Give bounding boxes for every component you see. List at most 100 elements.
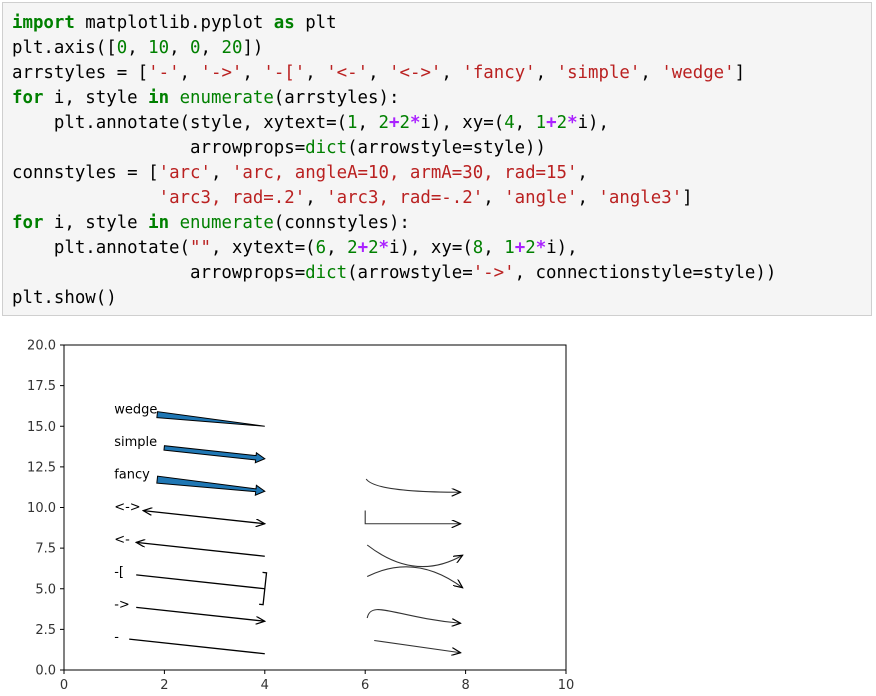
code-token: ,	[368, 63, 390, 83]
code-token: as	[273, 13, 295, 33]
code-token: (arrowstyle=style))	[347, 138, 546, 158]
code-token: 2	[556, 113, 568, 133]
y-tick-label: 15.0	[27, 420, 56, 435]
code-token: 2	[399, 113, 410, 133]
arrow-mark	[156, 475, 266, 497]
code-line: for i, style in enumerate(connstyles):	[12, 213, 410, 233]
code-token: 0	[116, 38, 128, 58]
code-token: 10	[148, 38, 170, 58]
code-line: import matplotlib.pyplot as plt	[12, 13, 337, 33]
code-token: +	[357, 238, 369, 258]
arrow-style-label: -	[114, 630, 119, 645]
code-token: ,	[242, 63, 264, 83]
code-token: ]	[682, 188, 693, 208]
code-token: matplotlib.pyplot	[74, 13, 274, 33]
code-token: +	[388, 113, 400, 133]
code-token: i),	[577, 113, 609, 133]
code-token: ])	[242, 38, 264, 58]
code-token: plt.annotate(	[12, 238, 190, 258]
arrow-mark	[163, 445, 266, 464]
code-token: 1	[347, 113, 358, 133]
code-token: arrowprops=	[12, 263, 306, 283]
connection-arrow	[364, 510, 460, 524]
code-token: ,	[483, 188, 505, 208]
code-token: 6	[315, 238, 327, 258]
code-token: plt.show()	[12, 288, 117, 308]
code-token: 'angle'	[504, 188, 578, 208]
code-token: enumerate	[179, 88, 274, 108]
y-tick-label: 7.5	[35, 542, 56, 557]
code-token: i), xy=(	[420, 113, 505, 133]
code-token: i),	[546, 238, 578, 258]
code-token: 'angle3'	[598, 188, 683, 208]
y-tick-label: 5.0	[35, 582, 56, 597]
code-token: 'fancy'	[462, 63, 536, 83]
code-token: ,	[179, 63, 201, 83]
arrow-style-label: fancy	[114, 468, 150, 483]
code-line: plt.show()	[12, 288, 117, 308]
code-token: (arrstyles):	[273, 88, 400, 108]
arrow-style-label: simple	[114, 435, 157, 450]
y-tick-label: 2.5	[35, 623, 56, 638]
x-tick-label: 6	[361, 678, 369, 693]
code-token: 2	[368, 238, 379, 258]
x-tick-label: 0	[60, 678, 68, 693]
code-token: for	[12, 88, 44, 108]
code-token: in	[148, 88, 170, 108]
code-line: arrowprops=dict(arrowstyle='->', connect…	[12, 263, 776, 283]
code-line: 'arc3, rad=.2', 'arc3, rad=-.2', 'angle'…	[12, 188, 693, 208]
code-line: arrowprops=dict(arrowstyle=style))	[12, 138, 546, 158]
code-line: plt.annotate(style, xytext=(1, 2+2*i), x…	[12, 113, 609, 133]
code-token: '->'	[472, 263, 515, 283]
code-token: 'arc3, rad=-.2'	[326, 188, 484, 208]
code-token: for	[12, 213, 44, 233]
code-token: 2	[347, 238, 358, 258]
code-token: ,	[357, 113, 379, 133]
code-token: dict	[305, 263, 348, 283]
code-token: ,	[326, 238, 348, 258]
code-line: arrstyles = ['-', '->', '-[', '<-', '<->…	[12, 63, 745, 83]
code-token: (arrowstyle=	[347, 263, 473, 283]
code-token: ,	[305, 63, 327, 83]
y-tick-label: 17.5	[27, 379, 56, 394]
code-token: in	[148, 213, 170, 233]
arrow-mark	[136, 574, 265, 590]
code-token: dict	[305, 138, 348, 158]
x-tick-label: 8	[461, 678, 469, 693]
code-token: ,	[577, 188, 599, 208]
arrow-style-label: ->	[114, 598, 130, 613]
code-token: 2	[378, 113, 389, 133]
code-token: '-'	[148, 63, 180, 83]
code-token: *	[409, 113, 421, 133]
code-token: arrstyles = [	[12, 63, 149, 83]
code-token: *	[535, 238, 547, 258]
code-token: plt.axis([	[12, 38, 117, 58]
arrow-mark	[156, 411, 265, 427]
code-token: ,	[640, 63, 662, 83]
code-token: ,	[305, 188, 327, 208]
code-token: ,	[577, 163, 588, 183]
y-tick-label: 20.0	[27, 339, 56, 354]
connection-arrow	[366, 609, 460, 624]
connection-arrow	[366, 566, 462, 588]
y-tick-label: 10.0	[27, 501, 56, 516]
connection-arrow	[366, 544, 462, 568]
code-token: plt.annotate(style, xytext=(	[12, 113, 348, 133]
code-cell[interactable]: import matplotlib.pyplot as plt plt.axis…	[2, 2, 872, 316]
code-token: ,	[441, 63, 463, 83]
code-token: ,	[535, 63, 557, 83]
code-token: plt	[294, 13, 337, 33]
code-token: import	[12, 13, 75, 33]
code-token: ]	[734, 63, 746, 83]
code-token: 0	[190, 38, 201, 58]
code-token: , xytext=(	[210, 238, 316, 258]
code-token: enumerate	[179, 213, 274, 233]
code-token: +	[514, 238, 526, 258]
annotation-plot: 0 2 4 6 8 100.02.55.07.510.012.515.017.520.0 …	[27, 339, 574, 694]
y-tick-label: 0.0	[35, 664, 56, 679]
connection-arrow	[374, 639, 460, 653]
arrow-style-label: wedge	[114, 403, 157, 418]
code-token: 8	[472, 238, 484, 258]
